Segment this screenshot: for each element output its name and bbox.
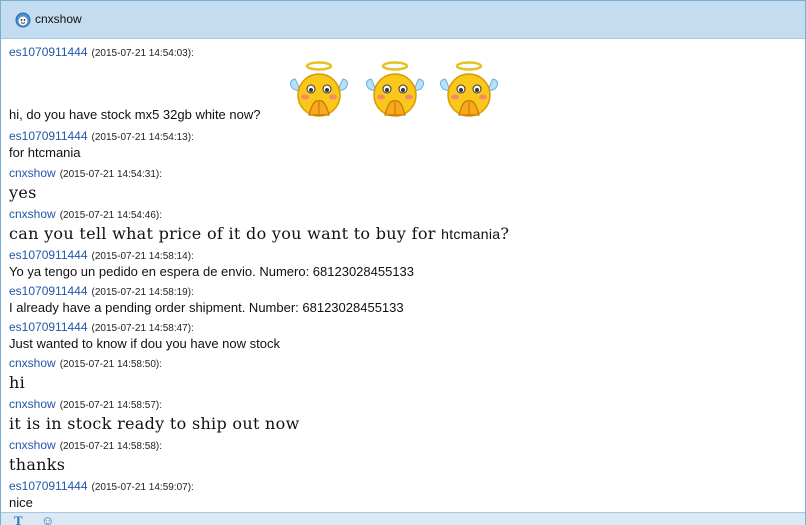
sender-name[interactable]: es1070911444 <box>9 248 88 262</box>
sender-name[interactable]: es1070911444 <box>9 45 88 59</box>
timestamp: (2015-07-21 14:58:58): <box>59 441 162 452</box>
timestamp: (2015-07-21 14:58:19): <box>91 287 194 298</box>
chat-message: es1070911444 (2015-07-21 14:58:47): Just … <box>9 320 789 351</box>
chat-message: es1070911444 (2015-07-21 14:54:13): for h… <box>9 129 789 160</box>
message-text: Just wanted to know if dou you have now … <box>9 336 280 351</box>
message-list[interactable]: es1070911444 (2015-07-21 14:54:03): hi, … <box>1 40 805 512</box>
chat-message: cnxshow (2015-07-21 14:54:46): can you te… <box>9 207 789 243</box>
message-text: hi, do you have stock mx5 32gb white now… <box>9 107 261 122</box>
message-text: for htcmania <box>9 145 81 160</box>
timestamp: (2015-07-21 14:54:03): <box>91 48 194 59</box>
message-text: yes <box>9 183 37 202</box>
sender-name[interactable]: cnxshow <box>9 397 56 411</box>
timestamp: (2015-07-21 14:58:47): <box>91 323 194 334</box>
sender-name[interactable]: cnxshow <box>9 166 56 180</box>
smiley-icon[interactable]: ☺ <box>41 514 54 525</box>
sender-name[interactable]: cnxshow <box>9 356 56 370</box>
timestamp: (2015-07-21 14:54:46): <box>59 210 162 221</box>
chat-message: cnxshow (2015-07-21 14:58:50): hi <box>9 356 789 392</box>
chat-message: es1070911444 (2015-07-21 14:58:19): I alr… <box>9 284 789 315</box>
message-text-main: can you tell what price of it do you wan… <box>9 224 436 243</box>
input-toolbar: T ☺ <box>1 512 805 525</box>
window-title: cnxshow <box>35 12 82 26</box>
timestamp: (2015-07-21 14:58:50): <box>59 359 162 370</box>
sender-name[interactable]: es1070911444 <box>9 479 88 493</box>
chat-message: es1070911444 (2015-07-21 14:58:14): Yo ya… <box>9 248 789 279</box>
sender-name[interactable]: es1070911444 <box>9 129 88 143</box>
message-text: thanks <box>9 455 66 474</box>
text-format-icon[interactable]: T <box>14 514 23 525</box>
timestamp: (2015-07-21 14:59:07): <box>91 482 194 493</box>
timestamp: (2015-07-21 14:54:31): <box>59 169 162 180</box>
sender-name[interactable]: es1070911444 <box>9 320 88 334</box>
message-text: hi <box>9 373 26 392</box>
title-bar: cnxshow <box>1 1 805 39</box>
chat-message: es1070911444 (2015-07-21 14:59:07): nice <box>9 479 789 510</box>
message-text-end: ? <box>500 224 510 243</box>
message-text: I already have a pending order shipment.… <box>9 300 404 315</box>
message-text: nice <box>9 495 33 510</box>
sender-name[interactable]: cnxshow <box>9 207 56 221</box>
chat-message: cnxshow (2015-07-21 14:58:57): it is in s… <box>9 397 789 433</box>
chat-app-icon <box>15 12 31 28</box>
chat-window: cnxshow es1070911444 (2015-07-21 14:54:03… <box>0 0 806 525</box>
timestamp: (2015-07-21 14:54:13): <box>91 132 194 143</box>
message-text: Yo ya tengo un pedido en espera de envio… <box>9 264 415 279</box>
message-text: it is in stock ready to ship out now <box>9 414 300 433</box>
timestamp: (2015-07-21 14:58:57): <box>59 400 162 411</box>
timestamp: (2015-07-21 14:58:14): <box>91 251 194 262</box>
sender-name[interactable]: es1070911444 <box>9 284 88 298</box>
sender-name[interactable]: cnxshow <box>9 438 56 452</box>
chat-message: cnxshow (2015-07-21 14:58:58): thanks <box>9 438 789 474</box>
chat-message: cnxshow (2015-07-21 14:54:31): yes <box>9 166 789 202</box>
message-text-tail: htcmania <box>441 226 501 242</box>
message-text: can you tell what price of it do you wan… <box>9 225 789 243</box>
